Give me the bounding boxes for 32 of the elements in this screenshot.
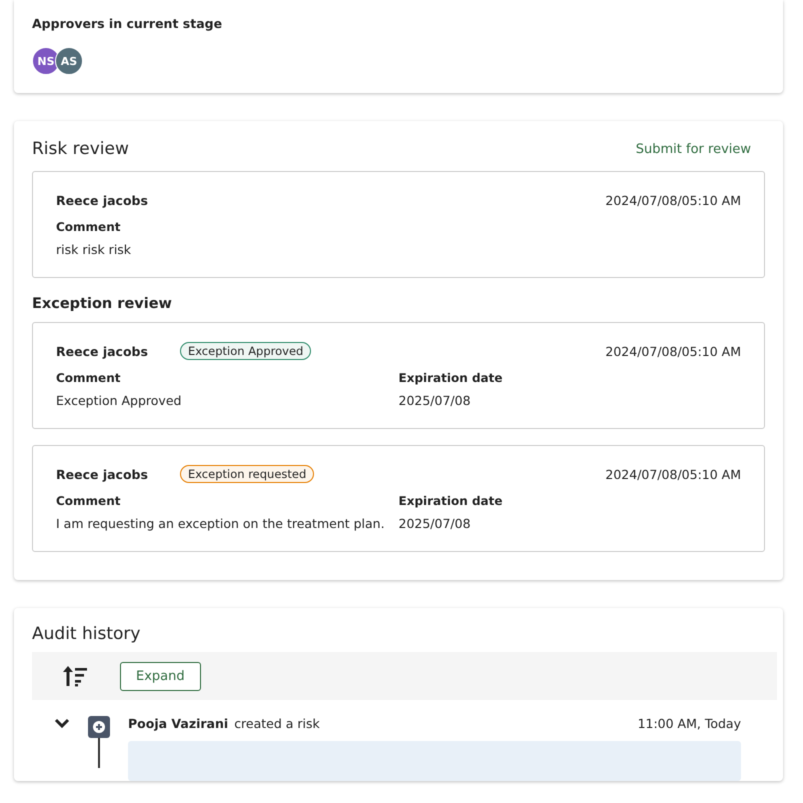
add-event-icon	[88, 716, 110, 738]
field-label: Expiration date	[398, 371, 504, 385]
status-badge: Exception requested	[180, 465, 314, 483]
avatar: NS	[32, 47, 60, 75]
field-label: Expiration date	[398, 494, 504, 508]
review-date: 2024/07/08/05:10 AM	[605, 192, 741, 208]
sort-ascending-icon[interactable]	[62, 664, 88, 688]
field-label: Comment	[56, 371, 122, 385]
chevron-icon[interactable]	[54, 718, 70, 730]
section-title: Audit history	[32, 624, 142, 644]
submit-for-review-link[interactable]: Submit for review	[636, 142, 751, 156]
event-action: created a risk	[234, 716, 320, 731]
event-user: Pooja Vazirani	[128, 716, 228, 731]
comment-text: Exception Approved	[56, 393, 182, 408]
expiration-date: 2025/07/08	[398, 516, 472, 531]
field-label: Comment	[56, 494, 122, 508]
avatar: AS	[55, 47, 83, 75]
review-date: 2024/07/08/05:10 AM	[605, 344, 741, 358]
status-badge: Exception Approved	[180, 342, 312, 360]
section-title: Exception review	[32, 296, 173, 312]
review-date: 2024/07/08/05:10 AM	[605, 466, 741, 482]
section-title: Approvers in current stage	[32, 16, 224, 31]
expiration-date: 2025/07/08	[398, 393, 472, 408]
comment-text: I am requesting an exception on the treatment plan.	[56, 516, 386, 531]
reviewer-name: Reece jacobs	[56, 466, 148, 482]
field-label: Comment	[56, 220, 122, 234]
reviewer-name: Reece jacobs	[56, 344, 148, 358]
section-title: Risk review	[32, 139, 129, 159]
comment-text: risk risk risk	[56, 242, 132, 257]
event-time: 11:00 AM, Today	[638, 716, 741, 731]
reviewer-name: Reece jacobs	[56, 192, 148, 208]
expand-button[interactable]: Expand	[120, 662, 201, 690]
